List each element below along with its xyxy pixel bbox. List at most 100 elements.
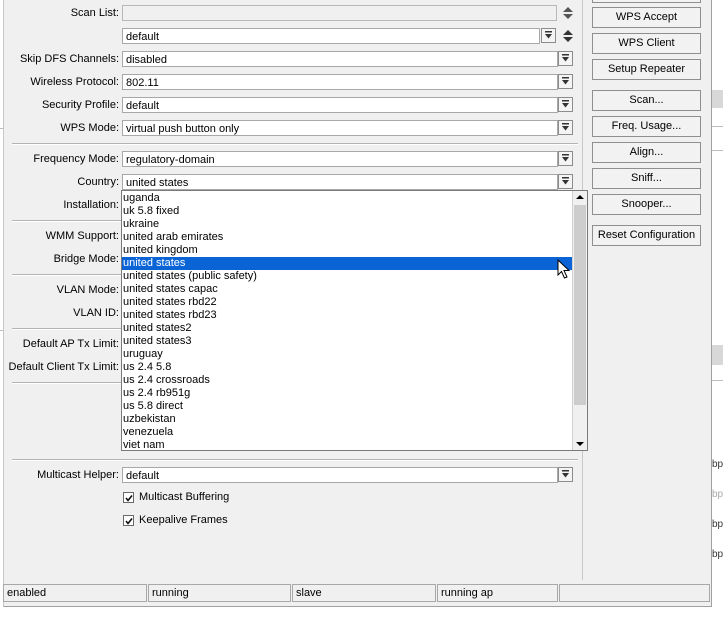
- skip-dfs-field[interactable]: disabled: [122, 51, 558, 67]
- status-bar: enabled running slave running ap: [3, 582, 710, 604]
- country-option[interactable]: united states capac: [122, 283, 573, 296]
- country-label: Country:: [77, 176, 119, 188]
- skip-dfs-label-wrap: Skip DFS Channels:: [4, 51, 119, 67]
- status-running-ap: running ap: [437, 584, 558, 602]
- security-profile-dropdown-button[interactable]: [558, 97, 573, 112]
- wireless-protocol-field[interactable]: 802.11: [122, 74, 558, 90]
- security-profile-label-wrap: Security Profile:: [4, 97, 119, 113]
- dropdown-arrow-icon: [562, 154, 569, 162]
- status-enabled: enabled: [3, 584, 147, 602]
- country-option[interactable]: united states3: [122, 335, 573, 348]
- country-option[interactable]: us 5.8 direct: [122, 400, 573, 413]
- country-field[interactable]: united states: [122, 174, 558, 190]
- dropdown-scrollbar[interactable]: [572, 191, 587, 450]
- country-option[interactable]: viet nam: [122, 439, 573, 450]
- frequency-mode-dropdown-button[interactable]: [558, 151, 573, 166]
- background-rate-text: bp: [712, 489, 723, 500]
- sniff-button[interactable]: Sniff...: [592, 168, 701, 189]
- country-option[interactable]: us 2.4 rb951g: [122, 387, 573, 400]
- security-profile-field[interactable]: default: [122, 97, 558, 113]
- wps-mode-label-wrap: WPS Mode:: [4, 120, 119, 136]
- skip-dfs-label: Skip DFS Channels:: [19, 53, 119, 65]
- multicast-helper-field[interactable]: default: [122, 467, 558, 483]
- scroll-up-arrow-icon[interactable]: [576, 194, 584, 200]
- section-separator: [12, 274, 124, 276]
- background-row-line: [711, 150, 723, 151]
- section-separator: [12, 459, 578, 461]
- country-option[interactable]: united states rbd23: [122, 309, 573, 322]
- bridge-mode-label: Bridge Mode:: [53, 253, 119, 265]
- multicast-helper-dropdown-button[interactable]: [558, 467, 573, 482]
- freq-usage-button[interactable]: Freq. Usage...: [592, 116, 701, 137]
- scan-list-dropdown-button[interactable]: [541, 28, 556, 43]
- dropdown-arrow-icon: [562, 54, 569, 62]
- partial-button[interactable]: [592, 0, 701, 3]
- wps-mode-label: WPS Mode:: [60, 122, 119, 134]
- section-separator: [12, 328, 124, 330]
- country-option[interactable]: venezuela: [122, 426, 573, 439]
- section-separator: [12, 382, 124, 384]
- scan-list-value-field[interactable]: default: [122, 28, 540, 44]
- scrollbar-thumb[interactable]: [574, 205, 586, 405]
- scan-list-label: Scan List:: [70, 7, 119, 19]
- country-dropdown-button[interactable]: [558, 174, 573, 189]
- snooper-button[interactable]: Snooper...: [592, 194, 701, 215]
- background-rate-text: bp: [712, 519, 723, 530]
- multicast-buffering-checkbox[interactable]: [123, 492, 134, 503]
- dropdown-arrow-icon: [562, 100, 569, 108]
- background-rate-text: bp: [712, 549, 723, 560]
- wireless-protocol-label: Wireless Protocol:: [30, 76, 119, 88]
- frequency-mode-label: Frequency Mode:: [33, 153, 119, 165]
- section-separator: [12, 220, 124, 222]
- wps-mode-field[interactable]: virtual push button only: [122, 120, 558, 136]
- country-options: uganda uk 5.8 fixed ukraine united arab emi…: [122, 192, 573, 450]
- vlan-id-label-wrap: VLAN ID:: [4, 305, 119, 321]
- mouse-cursor-icon: [557, 259, 570, 279]
- security-profile-label: Security Profile:: [41, 99, 119, 111]
- updown-arrows-icon[interactable]: [561, 5, 575, 21]
- background-row-line: [711, 126, 723, 127]
- country-option[interactable]: united states2: [122, 322, 573, 335]
- multicast-helper-label: Multicast Helper:: [37, 469, 119, 481]
- status-empty: [559, 584, 710, 602]
- wmm-support-label: WMM Support:: [45, 230, 119, 242]
- scan-button[interactable]: Scan...: [592, 90, 701, 111]
- wps-mode-dropdown-button[interactable]: [558, 120, 573, 135]
- frequency-mode-field[interactable]: regulatory-domain: [122, 151, 558, 167]
- country-option[interactable]: united states rbd22: [122, 296, 573, 309]
- default-ap-tx-limit-label-wrap: Default AP Tx Limit:: [4, 336, 119, 352]
- dropdown-arrow-icon: [562, 177, 569, 185]
- setup-repeater-button[interactable]: Setup Repeater: [592, 59, 701, 80]
- country-option[interactable]: uruguay: [122, 348, 573, 361]
- status-running: running: [148, 584, 291, 602]
- align-button[interactable]: Align...: [592, 142, 701, 163]
- country-option[interactable]: united states (public safety): [122, 270, 573, 283]
- country-option[interactable]: uk 5.8 fixed: [122, 205, 573, 218]
- section-separator: [12, 143, 578, 145]
- wps-accept-button[interactable]: WPS Accept: [592, 7, 701, 28]
- country-option[interactable]: uganda: [122, 192, 573, 205]
- keepalive-frames-checkbox[interactable]: [123, 515, 134, 526]
- country-option[interactable]: united states: [122, 257, 573, 270]
- country-option[interactable]: us 2.4 5.8: [122, 361, 573, 374]
- country-option[interactable]: uzbekistan: [122, 413, 573, 426]
- skip-dfs-dropdown-button[interactable]: [558, 51, 573, 66]
- wps-client-button[interactable]: WPS Client: [592, 33, 701, 54]
- vlan-mode-label: VLAN Mode:: [56, 284, 119, 296]
- checkmark-icon: [125, 518, 133, 525]
- reset-configuration-button[interactable]: Reset Configuration: [592, 225, 701, 246]
- wireless-protocol-dropdown-button[interactable]: [558, 74, 573, 89]
- default-client-tx-limit-label-wrap: Default Client Tx Limit:: [4, 359, 119, 375]
- updown-arrows-icon[interactable]: [561, 28, 575, 44]
- scan-list-field[interactable]: [122, 5, 557, 21]
- dropdown-arrow-icon: [562, 470, 569, 478]
- scroll-down-arrow-icon[interactable]: [576, 441, 584, 447]
- country-option[interactable]: ukraine: [122, 218, 573, 231]
- country-option[interactable]: united arab emirates: [122, 231, 573, 244]
- installation-label-wrap: Installation:: [4, 197, 119, 213]
- country-option[interactable]: united kingdom: [122, 244, 573, 257]
- country-option[interactable]: us 2.4 crossroads: [122, 374, 573, 387]
- wireless-protocol-label-wrap: Wireless Protocol:: [4, 74, 119, 90]
- default-ap-tx-limit-label: Default AP Tx Limit:: [22, 338, 119, 350]
- country-dropdown-list[interactable]: uganda uk 5.8 fixed ukraine united arab emi…: [121, 190, 588, 451]
